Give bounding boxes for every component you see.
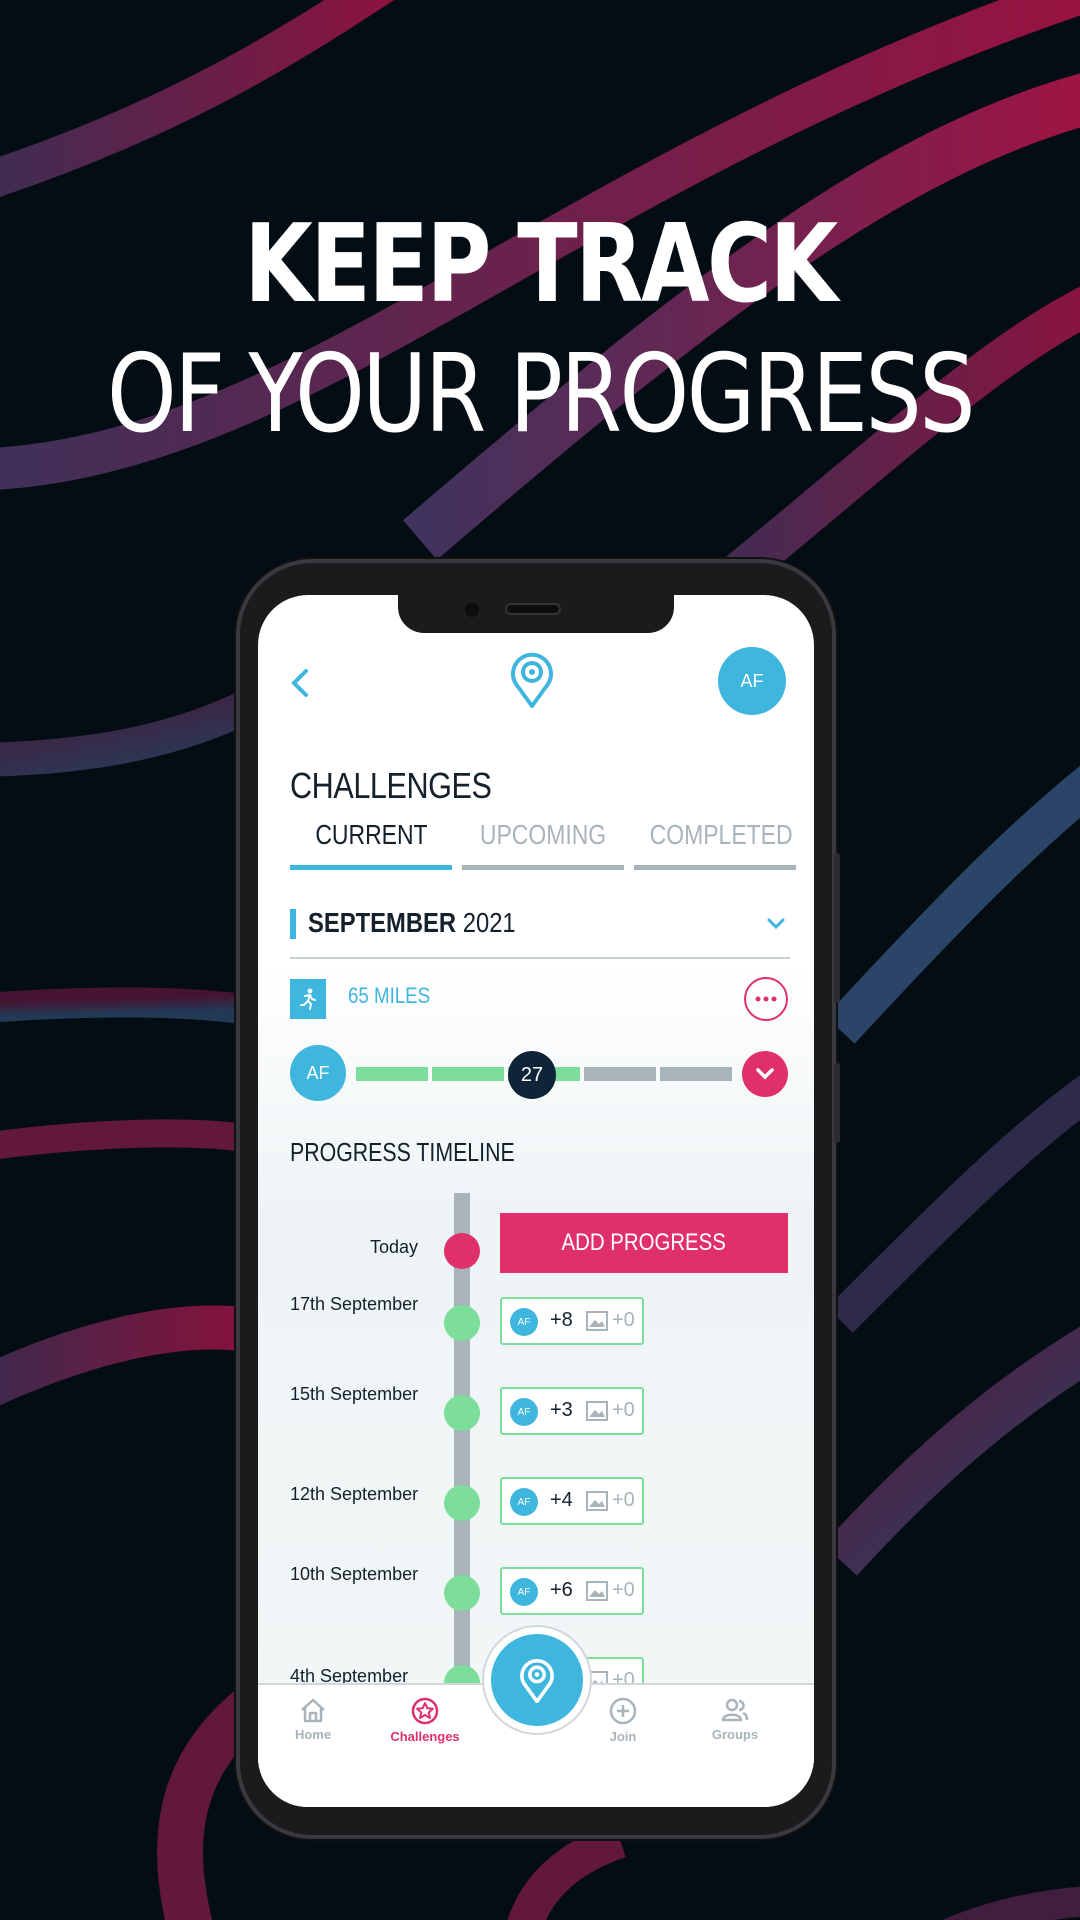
nav-join-label: Join xyxy=(609,1729,637,1744)
tab-upcoming[interactable]: UPCOMING xyxy=(462,819,624,870)
plus-circle-icon xyxy=(609,1697,637,1725)
location-pin-logo-icon xyxy=(511,652,553,708)
chevron-down-icon xyxy=(756,1068,774,1080)
timeline-dot xyxy=(444,1395,480,1431)
progress-marker: 27 xyxy=(508,1051,556,1099)
phone-power-button xyxy=(834,1063,840,1143)
nav-challenges-label: Challenges xyxy=(390,1729,460,1744)
timeline-entry-card[interactable]: AF +3 +0 xyxy=(500,1387,644,1435)
entry-avatar: AF xyxy=(510,1578,538,1606)
page-title: CHALLENGES xyxy=(290,765,492,806)
entry-avatar: AF xyxy=(510,1488,538,1516)
timeline-entry-date: 10th September xyxy=(290,1564,419,1584)
headline: KEEP TRACK OF YOUR PROGRESS xyxy=(0,200,1080,459)
image-icon xyxy=(586,1311,608,1331)
timeline-dot xyxy=(444,1305,480,1341)
month-selector[interactable]: SEPTEMBER 2021 xyxy=(290,907,790,959)
add-progress-label: ADD PROGRESS xyxy=(561,1229,727,1256)
phone-frame: AF CHALLENGES CURRENT UPCOMING COMPLETED… xyxy=(240,563,840,1835)
image-icon xyxy=(586,1401,608,1421)
entry-photos: +0 xyxy=(612,1309,635,1331)
ellipsis-icon xyxy=(755,996,777,1002)
add-progress-button[interactable]: ADD PROGRESS xyxy=(500,1213,788,1273)
month-accent-bar xyxy=(290,909,296,939)
timeline-entry-date: 17th September xyxy=(290,1294,419,1314)
nav-home-label: Home xyxy=(294,1727,332,1742)
headline-line-1: KEEP TRACK xyxy=(244,202,838,327)
expand-button[interactable] xyxy=(742,1051,788,1097)
image-icon xyxy=(586,1581,608,1601)
group-icon xyxy=(721,1698,749,1722)
user-avatar[interactable]: AF xyxy=(718,647,786,715)
challenge-goal: 65 MILES xyxy=(348,983,431,1008)
timeline-entry-card[interactable]: AF +6 +0 xyxy=(500,1567,644,1615)
entry-miles: +4 xyxy=(550,1489,573,1511)
timeline-entry: 15th September AF +3 +0 xyxy=(258,1383,814,1443)
timeline-today-dot xyxy=(444,1233,480,1269)
progress-segment xyxy=(660,1067,732,1081)
star-badge-icon xyxy=(411,1697,439,1725)
phone-side-button xyxy=(834,853,840,1003)
entry-photos: +0 xyxy=(612,1579,635,1601)
entry-avatar: AF xyxy=(510,1308,538,1336)
nav-challenges[interactable]: Challenges xyxy=(380,1697,470,1744)
phone-notch xyxy=(398,595,674,633)
month-year: 2021 xyxy=(462,907,516,938)
progress-segment xyxy=(584,1067,656,1081)
home-icon xyxy=(301,1698,325,1723)
timeline-entry-card[interactable]: AF +8 +0 xyxy=(500,1297,644,1345)
tab-current[interactable]: CURRENT xyxy=(290,819,452,870)
timeline-dot xyxy=(444,1575,480,1611)
chevron-left-icon[interactable] xyxy=(286,663,316,703)
progress-segment xyxy=(356,1067,428,1081)
nav-groups[interactable]: Groups xyxy=(690,1697,780,1742)
timeline-today-label: Today xyxy=(369,1237,418,1257)
timeline-entry: 10th September AF +6 +0 xyxy=(258,1563,814,1623)
camera-icon xyxy=(465,603,479,617)
tab-current-label: CURRENT xyxy=(314,819,428,850)
more-options-button[interactable] xyxy=(744,977,788,1021)
chevron-down-icon[interactable] xyxy=(766,917,786,931)
entry-photos: +0 xyxy=(612,1489,635,1511)
timeline-entry-date: 15th September xyxy=(290,1384,419,1404)
challenge-tabs: CURRENT UPCOMING COMPLETED xyxy=(290,819,798,871)
participant-avatar[interactable]: AF xyxy=(290,1045,346,1101)
speaker-icon xyxy=(505,603,561,615)
progress-segment xyxy=(432,1067,504,1081)
nav-home[interactable]: Home xyxy=(268,1697,358,1742)
center-action-button[interactable] xyxy=(491,1634,583,1726)
nav-groups-label: Groups xyxy=(711,1727,759,1742)
nav-join[interactable]: Join xyxy=(578,1697,668,1744)
timeline-entry: 12th September AF +4 +0 xyxy=(258,1473,814,1533)
phone-screen: AF CHALLENGES CURRENT UPCOMING COMPLETED… xyxy=(258,595,814,1807)
tab-completed-label: COMPLETED xyxy=(649,819,793,850)
timeline-dot xyxy=(444,1485,480,1521)
tab-upcoming-label: UPCOMING xyxy=(479,819,607,850)
location-pin-icon xyxy=(520,1658,554,1703)
month-label: SEPTEMBER 2021 xyxy=(308,907,516,939)
timeline-entry: 17th September AF +8 +0 xyxy=(258,1293,814,1353)
timeline-entry-card[interactable]: AF +4 +0 xyxy=(500,1477,644,1525)
entry-miles: +8 xyxy=(550,1309,573,1331)
headline-line-2: OF YOUR PROGRESS xyxy=(106,331,976,457)
timeline-title: PROGRESS TIMELINE xyxy=(290,1137,515,1167)
entry-miles: +6 xyxy=(550,1579,573,1601)
timeline-entry-date: 12th September xyxy=(290,1484,419,1504)
image-icon xyxy=(586,1491,608,1511)
tab-completed[interactable]: COMPLETED xyxy=(634,819,796,870)
entry-photos: +0 xyxy=(612,1399,635,1421)
entry-avatar: AF xyxy=(510,1398,538,1426)
month-name: SEPTEMBER xyxy=(308,907,457,938)
entry-miles: +3 xyxy=(550,1399,573,1421)
running-icon xyxy=(290,979,326,1019)
